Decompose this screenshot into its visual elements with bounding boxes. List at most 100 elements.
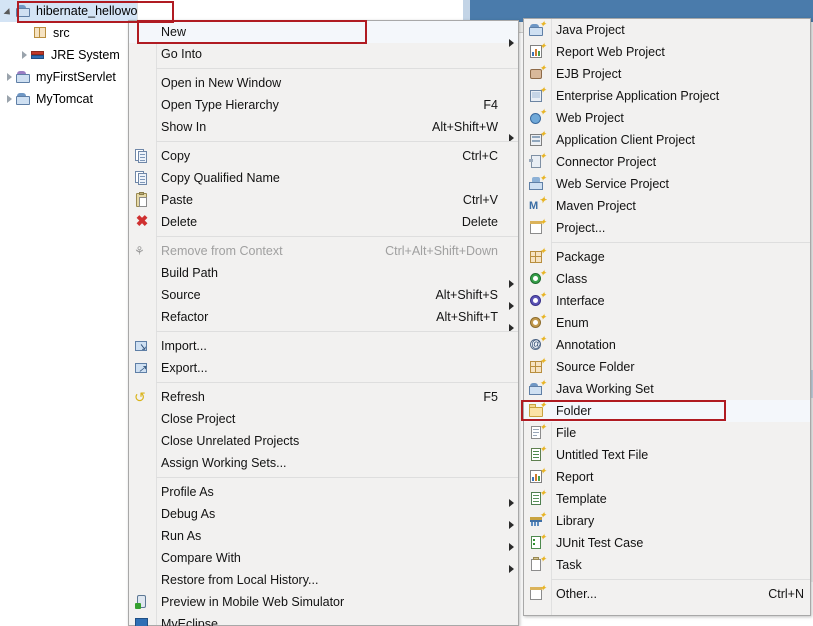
connector-project-icon xyxy=(524,151,551,173)
menu-item-go-into[interactable]: Go Into xyxy=(129,43,518,65)
submenu-item-junit-test-case[interactable]: JUnit Test Case xyxy=(524,532,810,554)
submenu-item-label: Enum xyxy=(556,316,589,330)
submenu-item-maven-project[interactable]: M Maven Project xyxy=(524,195,810,217)
menu-item-accel: Ctrl+C xyxy=(462,149,498,163)
submenu-item-label: Maven Project xyxy=(556,199,636,213)
submenu-item-label: JUnit Test Case xyxy=(556,536,644,550)
submenu-item-folder[interactable]: Folder xyxy=(524,400,810,422)
menu-item-debug-as[interactable]: Debug As xyxy=(129,503,518,529)
submenu-item-source-folder[interactable]: Source Folder xyxy=(524,356,810,378)
myeclipse-icon xyxy=(129,613,156,626)
menu-item-restore-from-local-history[interactable]: Restore from Local History... xyxy=(129,569,518,591)
menu-item-icon-slot xyxy=(129,547,156,569)
submenu-item-report-web-project[interactable]: Report Web Project xyxy=(524,41,810,63)
menu-item-show-in[interactable]: Show In Alt+Shift+W xyxy=(129,116,518,142)
menu-item-copy[interactable]: Copy Ctrl+C xyxy=(129,145,518,167)
submenu-item-project[interactable]: Project... xyxy=(524,217,810,239)
submenu-item-enterprise-application-project[interactable]: Enterprise Application Project xyxy=(524,85,810,107)
tree-item-myfirstservlet[interactable]: myFirstServlet xyxy=(0,66,137,88)
task-icon xyxy=(524,554,551,576)
submenu-item-java-project[interactable]: Java Project xyxy=(524,19,810,41)
submenu-item-accel: Ctrl+N xyxy=(768,587,804,601)
submenu-item-report[interactable]: Report xyxy=(524,466,810,488)
tree-item-label: MyTomcat xyxy=(36,92,93,106)
menu-item-new[interactable]: New xyxy=(129,21,518,47)
copy-icon xyxy=(129,145,156,167)
new-submenu[interactable]: Java Project Report Web Project EJB Proj… xyxy=(523,18,811,616)
menu-item-close-project[interactable]: Close Project xyxy=(129,408,518,430)
menu-item-refactor[interactable]: Refactor Alt+Shift+T xyxy=(129,306,518,332)
submenu-item-other[interactable]: Other... Ctrl+N xyxy=(524,583,810,605)
submenu-item-template[interactable]: Template xyxy=(524,488,810,510)
submenu-item-label: Source Folder xyxy=(556,360,635,374)
project-context-menu[interactable]: New Go Into Open in New Window Open Type… xyxy=(128,20,519,626)
twisty-closed-icon[interactable] xyxy=(4,94,15,105)
file-icon xyxy=(524,422,551,444)
menu-item-label: Show In xyxy=(161,120,207,134)
menu-item-delete[interactable]: ✖ Delete Delete xyxy=(129,211,518,233)
submenu-item-package[interactable]: Package xyxy=(524,246,810,268)
menu-item-label: Import... xyxy=(161,339,207,353)
tree-item-mytomcat[interactable]: MyTomcat xyxy=(0,88,137,110)
app-client-project-icon xyxy=(524,129,551,151)
mobile-simulator-icon xyxy=(129,591,156,613)
menu-item-open-in-new-window[interactable]: Open in New Window xyxy=(129,72,518,94)
submenu-item-java-working-set[interactable]: Java Working Set xyxy=(524,378,810,400)
menu-item-remove-from-context: ⚘ Remove from Context Ctrl+Alt+Shift+Dow… xyxy=(129,240,518,262)
menu-item-icon-slot xyxy=(129,43,156,65)
tree-item-jre-system[interactable]: JRE System xyxy=(0,44,137,66)
menu-item-profile-as[interactable]: Profile As xyxy=(129,481,518,507)
menu-item-preview-in-mobile-web-simulator[interactable]: Preview in Mobile Web Simulator xyxy=(129,591,518,613)
package-explorer-tree[interactable]: hibernate_helloworld01 src JRE System my… xyxy=(0,0,138,626)
menu-item-import[interactable]: ↘ Import... xyxy=(129,335,518,357)
twisty-closed-icon[interactable] xyxy=(19,50,30,61)
menu-item-assign-working-sets[interactable]: Assign Working Sets... xyxy=(129,452,518,474)
twisty-open-icon[interactable] xyxy=(4,6,15,17)
submenu-item-enum[interactable]: Enum xyxy=(524,312,810,334)
menu-item-label: MyEclipse xyxy=(161,617,218,626)
submenu-item-file[interactable]: File xyxy=(524,422,810,444)
submenu-item-interface[interactable]: Interface xyxy=(524,290,810,312)
menu-item-source[interactable]: Source Alt+Shift+S xyxy=(129,284,518,310)
submenu-item-library[interactable]: Library xyxy=(524,510,810,532)
submenu-item-class[interactable]: Class xyxy=(524,268,810,290)
menu-item-accel: Alt+Shift+T xyxy=(436,310,498,324)
jre-library-icon xyxy=(30,47,48,63)
submenu-item-label: Web Project xyxy=(556,111,624,125)
tree-item-hibernate-helloworld01[interactable]: hibernate_helloworld01 xyxy=(0,0,137,22)
submenu-item-ejb-project[interactable]: EJB Project xyxy=(524,63,810,85)
menu-item-myeclipse[interactable]: MyEclipse xyxy=(129,613,518,626)
copy-qualified-icon xyxy=(129,167,156,189)
submenu-item-untitled-text-file[interactable]: Untitled Text File xyxy=(524,444,810,466)
menu-item-icon-slot xyxy=(129,116,156,138)
menu-separator xyxy=(156,331,518,332)
submenu-item-connector-project[interactable]: Connector Project xyxy=(524,151,810,173)
submenu-item-task[interactable]: Task xyxy=(524,554,810,576)
menu-item-label: Source xyxy=(161,288,201,302)
submenu-item-label: File xyxy=(556,426,577,440)
menu-item-build-path[interactable]: Build Path xyxy=(129,262,518,288)
tree-item-src[interactable]: src xyxy=(0,22,137,44)
menu-item-refresh[interactable]: ↺ Refresh F5 xyxy=(129,386,518,408)
menu-item-paste[interactable]: Paste Ctrl+V xyxy=(129,189,518,211)
template-icon xyxy=(524,488,551,510)
submenu-item-label: Application Client Project xyxy=(556,133,695,147)
submenu-item-label: EJB Project xyxy=(556,67,622,81)
java-working-set-icon xyxy=(524,378,551,400)
submenu-item-annotation[interactable]: @ Annotation xyxy=(524,334,810,356)
submenu-item-web-service-project[interactable]: Web Service Project xyxy=(524,173,810,195)
submenu-item-application-client-project[interactable]: Application Client Project xyxy=(524,129,810,151)
source-folder-icon xyxy=(524,356,551,378)
submenu-item-web-project[interactable]: Web Project xyxy=(524,107,810,129)
menu-item-export[interactable]: ↗ Export... xyxy=(129,357,518,379)
menu-item-close-unrelated-projects[interactable]: Close Unrelated Projects xyxy=(129,430,518,452)
java-project-icon xyxy=(524,19,551,41)
twisty-closed-icon[interactable] xyxy=(4,72,15,83)
menu-item-open-type-hierarchy[interactable]: Open Type Hierarchy F4 xyxy=(129,94,518,116)
menu-item-label: Close Unrelated Projects xyxy=(161,434,300,448)
paste-icon xyxy=(129,189,156,211)
menu-item-compare-with[interactable]: Compare With xyxy=(129,547,518,573)
menu-item-run-as[interactable]: Run As xyxy=(129,525,518,551)
menu-item-copy-qualified-name[interactable]: Copy Qualified Name xyxy=(129,167,518,189)
menu-item-label: New xyxy=(161,25,187,39)
